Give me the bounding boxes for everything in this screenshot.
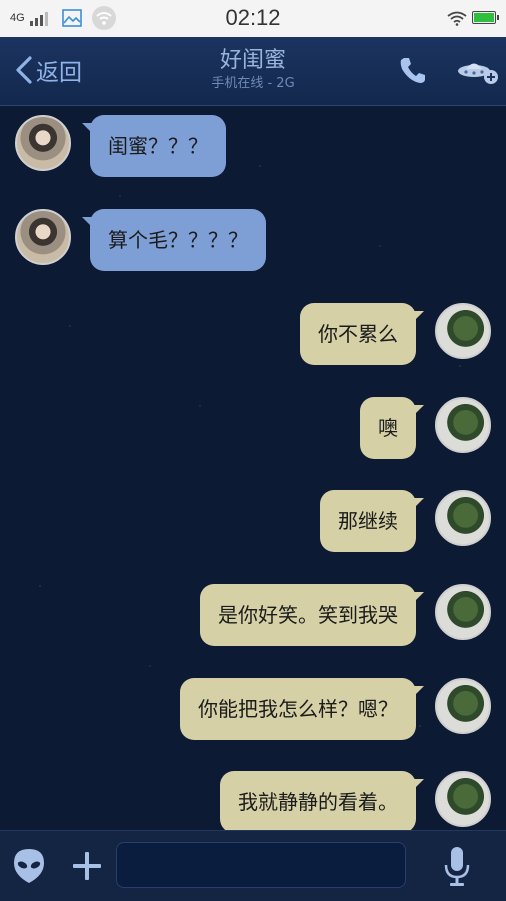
- my-avatar[interactable]: [435, 678, 491, 734]
- online-status: 手机在线 - 2G: [211, 76, 295, 91]
- contact-name: 好闺蜜: [219, 48, 286, 73]
- wifi-icon: [447, 11, 467, 26]
- contact-avatar[interactable]: [15, 209, 71, 265]
- ufo-add-icon[interactable]: [456, 55, 500, 85]
- chat-header: 返回 好闺蜜 手机在线 - 2G: [0, 37, 506, 106]
- contact-info[interactable]: 好闺蜜 手机在线 - 2G: [150, 47, 356, 93]
- my-avatar[interactable]: [435, 490, 491, 546]
- phone-icon[interactable]: [398, 55, 426, 85]
- plus-icon[interactable]: [70, 849, 104, 883]
- chevron-left-icon: [16, 56, 32, 84]
- incoming-message[interactable]: 算个毛？？？？: [82, 209, 266, 271]
- my-avatar[interactable]: [435, 771, 491, 827]
- input-bar: [0, 830, 506, 901]
- my-avatar[interactable]: [435, 397, 491, 453]
- microphone-icon[interactable]: [442, 845, 472, 887]
- message-list[interactable]: 闺蜜？？？ 算个毛？？？？ 你不累么 噢 那继续 是你好笑。笑到我哭 你能把我怎…: [0, 106, 506, 830]
- outgoing-message[interactable]: 你能把我怎么样？嗯？: [180, 678, 424, 740]
- status-bar: 4G 02:12: [0, 0, 506, 37]
- incoming-message[interactable]: 闺蜜？？？: [82, 115, 226, 177]
- outgoing-message[interactable]: 我就静静的看着。: [220, 771, 424, 830]
- back-button[interactable]: 返回: [14, 53, 82, 87]
- outgoing-message[interactable]: 是你好笑。笑到我哭: [200, 584, 424, 646]
- contact-avatar[interactable]: [15, 115, 71, 171]
- clock: 02:12: [225, 5, 281, 30]
- my-avatar[interactable]: [435, 303, 491, 359]
- my-avatar[interactable]: [435, 584, 491, 640]
- outgoing-message[interactable]: 那继续: [320, 490, 424, 552]
- alien-face-icon[interactable]: [12, 847, 46, 885]
- message-input[interactable]: [116, 842, 406, 888]
- battery-icon: [472, 11, 499, 24]
- outgoing-message[interactable]: 噢: [360, 397, 424, 459]
- outgoing-message[interactable]: 你不累么: [300, 303, 424, 365]
- back-label: 返回: [36, 60, 82, 86]
